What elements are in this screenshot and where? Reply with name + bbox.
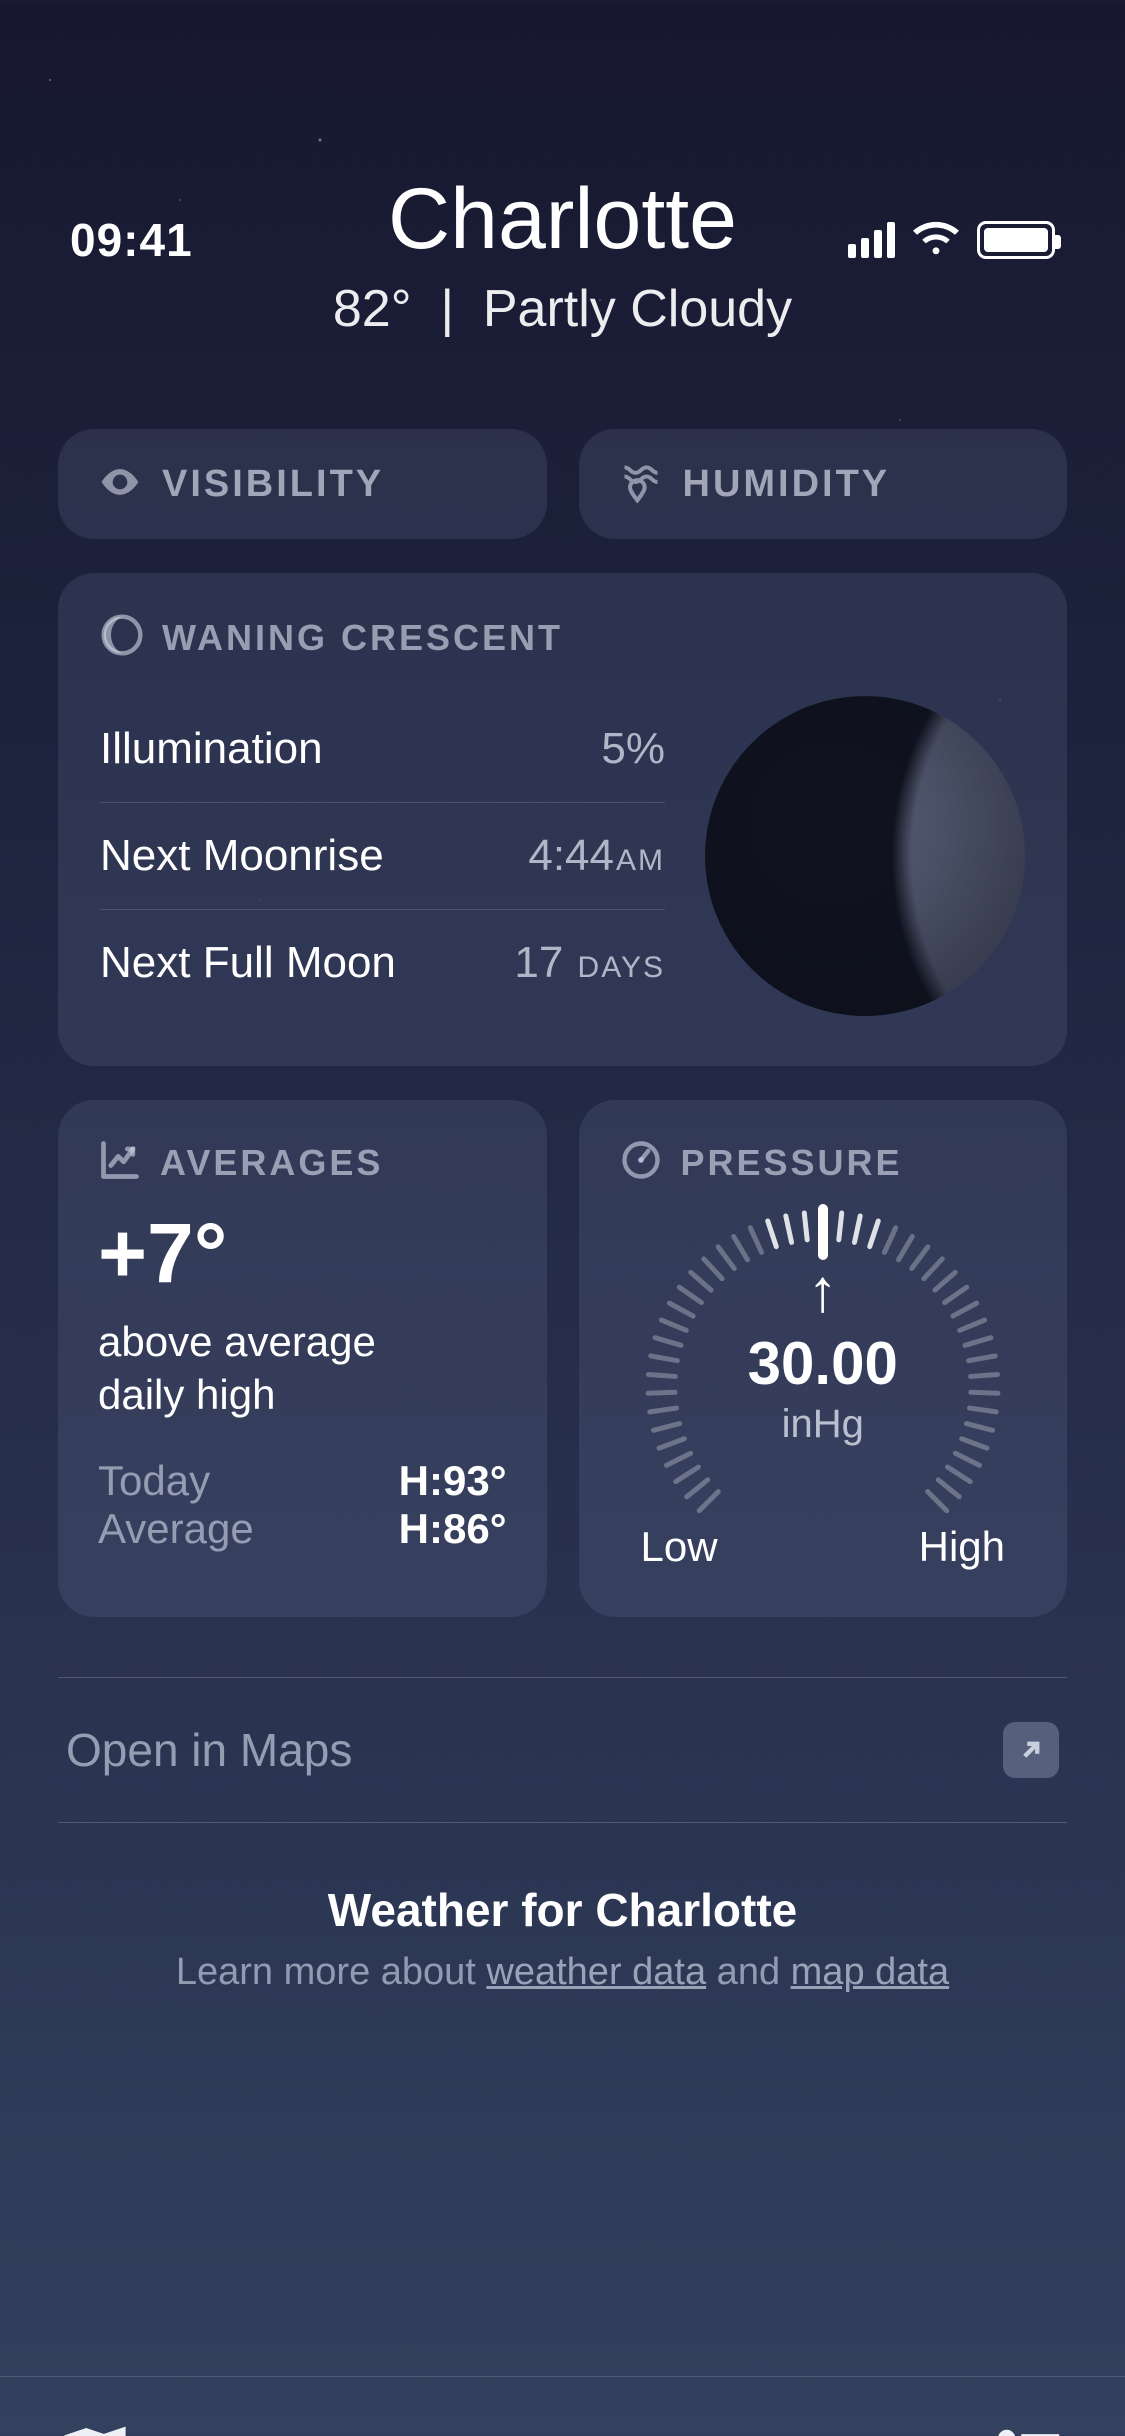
visibility-card[interactable]: VISIBILITY [58,429,547,539]
pressure-icon [619,1138,663,1187]
averages-title: AVERAGES [160,1142,383,1184]
arrow-up-icon: ↑ [619,1261,1028,1321]
cellular-icon [848,222,895,258]
moon-phase-icon [100,613,144,662]
moon-phase-title: WANING CRESCENT [162,617,563,659]
average-label: Average [98,1505,254,1553]
moon-phase-card[interactable]: WANING CRESCENT Illumination 5% Next Moo… [58,573,1067,1066]
full-moon-value: 17 DAYS [514,938,665,988]
pressure-title: PRESSURE [681,1142,903,1184]
full-moon-label: Next Full Moon [100,938,396,988]
moonrise-value: 4:44AM [528,831,665,881]
open-in-maps-label: Open in Maps [66,1723,352,1777]
attribution-title: Weather for Charlotte [58,1883,1067,1937]
moonrise-label: Next Moonrise [100,831,384,881]
visibility-label: VISIBILITY [162,463,384,506]
pressure-value: 30.00 [619,1329,1028,1398]
pressure-gauge: ↑ 30.00 inHg [619,1197,1028,1527]
moon-details: Illumination 5% Next Moonrise 4:44AM Nex… [100,724,665,988]
averages-desc: above averagedaily high [98,1316,507,1421]
wifi-icon [913,220,959,261]
tab-bar [0,2376,1125,2436]
status-bar: 09:41 [0,170,1125,310]
illumination-value: 5% [601,724,665,774]
humidity-icon [619,460,663,509]
today-high: H:93° [399,1457,507,1505]
pressure-card[interactable]: PRESSURE ↑ 30.00 inHg Low High [579,1100,1068,1617]
weather-data-link[interactable]: weather data [486,1951,706,1993]
humidity-card[interactable]: HUMIDITY [579,429,1068,539]
averages-delta: +7° [98,1205,507,1302]
external-link-icon [1003,1722,1059,1778]
list-button[interactable] [995,2421,1065,2436]
eye-icon [98,460,142,509]
pressure-unit: inHg [619,1402,1028,1447]
illumination-label: Illumination [100,724,323,774]
humidity-label: HUMIDITY [683,463,891,506]
status-time: 09:41 [70,213,193,267]
map-button[interactable] [60,2421,130,2436]
today-label: Today [98,1457,210,1505]
battery-icon [977,221,1055,259]
status-indicators [848,220,1055,261]
attribution: Weather for Charlotte Learn more about w… [58,1883,1067,1994]
averages-icon [98,1138,142,1187]
pressure-high-label: High [919,1523,1005,1571]
map-data-link[interactable]: map data [791,1951,949,1993]
pressure-low-label: Low [641,1523,718,1571]
averages-card[interactable]: AVERAGES +7° above averagedaily high Tod… [58,1100,547,1617]
moon-image [705,696,1025,1016]
average-high: H:86° [399,1505,507,1553]
open-in-maps-row[interactable]: Open in Maps [58,1677,1067,1823]
